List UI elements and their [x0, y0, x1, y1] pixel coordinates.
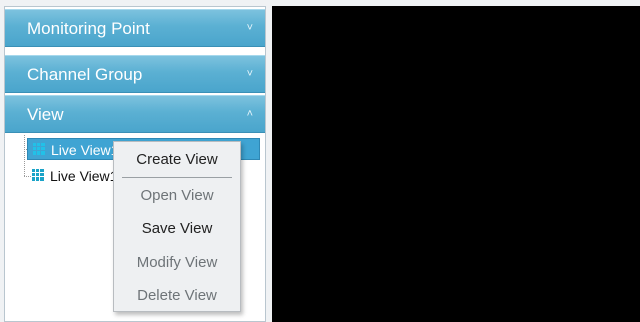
chevron-down-icon: ˅	[246, 68, 253, 80]
channel-group-label: Channel Group	[27, 65, 143, 84]
channel-group-header[interactable]: Channel Group ˅	[5, 55, 265, 93]
save-view-menu-item[interactable]: Save View	[114, 214, 240, 244]
view-header[interactable]: View ˄	[5, 95, 265, 133]
open-view-menu-item[interactable]: Open View	[114, 181, 240, 211]
chevron-down-icon: ˅	[246, 22, 253, 34]
chevron-up-icon: ˄	[246, 108, 253, 120]
view-label: View	[27, 105, 64, 124]
monitoring-point-header[interactable]: Monitoring Point ˅	[5, 9, 265, 47]
modify-view-menu-item[interactable]: Modify View	[114, 248, 240, 278]
grid-icon	[33, 143, 45, 155]
monitoring-point-label: Monitoring Point	[27, 19, 150, 38]
grid-icon	[32, 169, 44, 181]
tree-connector	[24, 135, 25, 176]
tree-item-label: Live View1	[50, 168, 118, 184]
menu-separator	[122, 177, 232, 178]
delete-view-menu-item[interactable]: Delete View	[114, 281, 240, 311]
live-video-area[interactable]	[272, 6, 640, 322]
create-view-menu-item[interactable]: Create View	[114, 145, 240, 175]
context-menu: Create View Open View Save View Modify V…	[113, 141, 241, 312]
